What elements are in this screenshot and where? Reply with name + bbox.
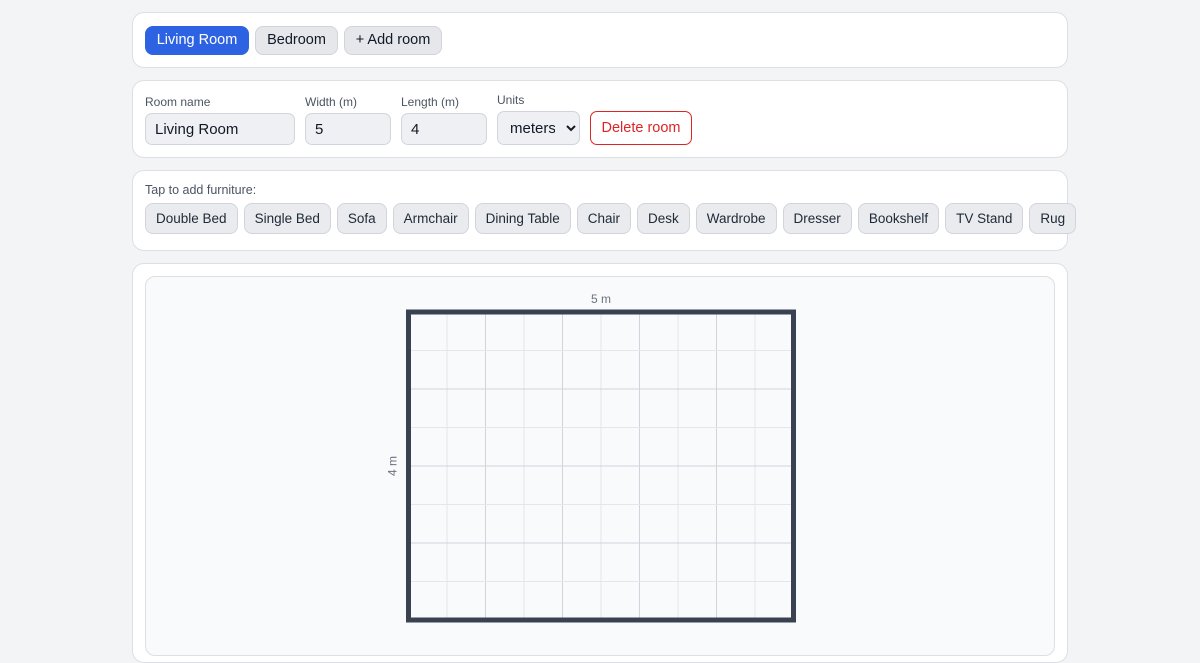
room-settings-panel: Room name Width (m) Length (m) Units met…	[132, 80, 1068, 158]
width-label: Width (m)	[305, 95, 357, 109]
floor-plan-panel: 5 m 4 m	[132, 263, 1068, 663]
furniture-chip-chair[interactable]: Chair	[576, 203, 631, 234]
furniture-chip-dresser[interactable]: Dresser	[782, 203, 852, 234]
units-select[interactable]: meters	[497, 111, 580, 145]
furniture-chip-armchair[interactable]: Armchair	[392, 203, 469, 234]
furniture-chip-tv-stand[interactable]: TV Stand	[945, 203, 1024, 234]
tab-living-room[interactable]: Living Room	[145, 26, 249, 55]
furniture-chip-single-bed[interactable]: Single Bed	[243, 203, 331, 234]
width-input[interactable]	[305, 113, 391, 145]
furniture-chip-rug[interactable]: Rug	[1029, 203, 1077, 234]
room-name-label: Room name	[145, 95, 211, 109]
delete-room-button[interactable]: Delete room	[590, 111, 692, 145]
tab-bedroom[interactable]: Bedroom	[255, 26, 338, 55]
furniture-chip-dining-table[interactable]: Dining Table	[474, 203, 571, 234]
length-dimension-label: 4 m	[386, 456, 400, 476]
furniture-chip-desk[interactable]: Desk	[637, 203, 690, 234]
add-room-button[interactable]: + Add room	[344, 26, 442, 55]
furniture-chip-list: Double Bed Single Bed Sofa Armchair Dining T…	[145, 203, 1077, 234]
floor-plan-svg: 5 m 4 m	[386, 292, 796, 623]
units-label: Units	[497, 93, 525, 107]
furniture-chip-bookshelf[interactable]: Bookshelf	[857, 203, 940, 234]
length-input[interactable]	[401, 113, 487, 145]
furniture-chip-wardrobe[interactable]: Wardrobe	[695, 203, 777, 234]
furniture-chip-sofa[interactable]: Sofa	[336, 203, 387, 234]
length-label: Length (m)	[401, 95, 460, 109]
furniture-chip-double-bed[interactable]: Double Bed	[145, 203, 238, 234]
room-tabs-bar: Living Room Bedroom + Add room	[132, 12, 1068, 68]
floor-plan-canvas[interactable]: 5 m 4 m	[145, 276, 1055, 656]
width-dimension-label: 5 m	[591, 292, 611, 306]
room-name-input[interactable]	[145, 113, 295, 145]
furniture-palette: Tap to add furniture: Double Bed Single B…	[132, 170, 1077, 251]
furniture-hint: Tap to add furniture:	[145, 183, 257, 197]
